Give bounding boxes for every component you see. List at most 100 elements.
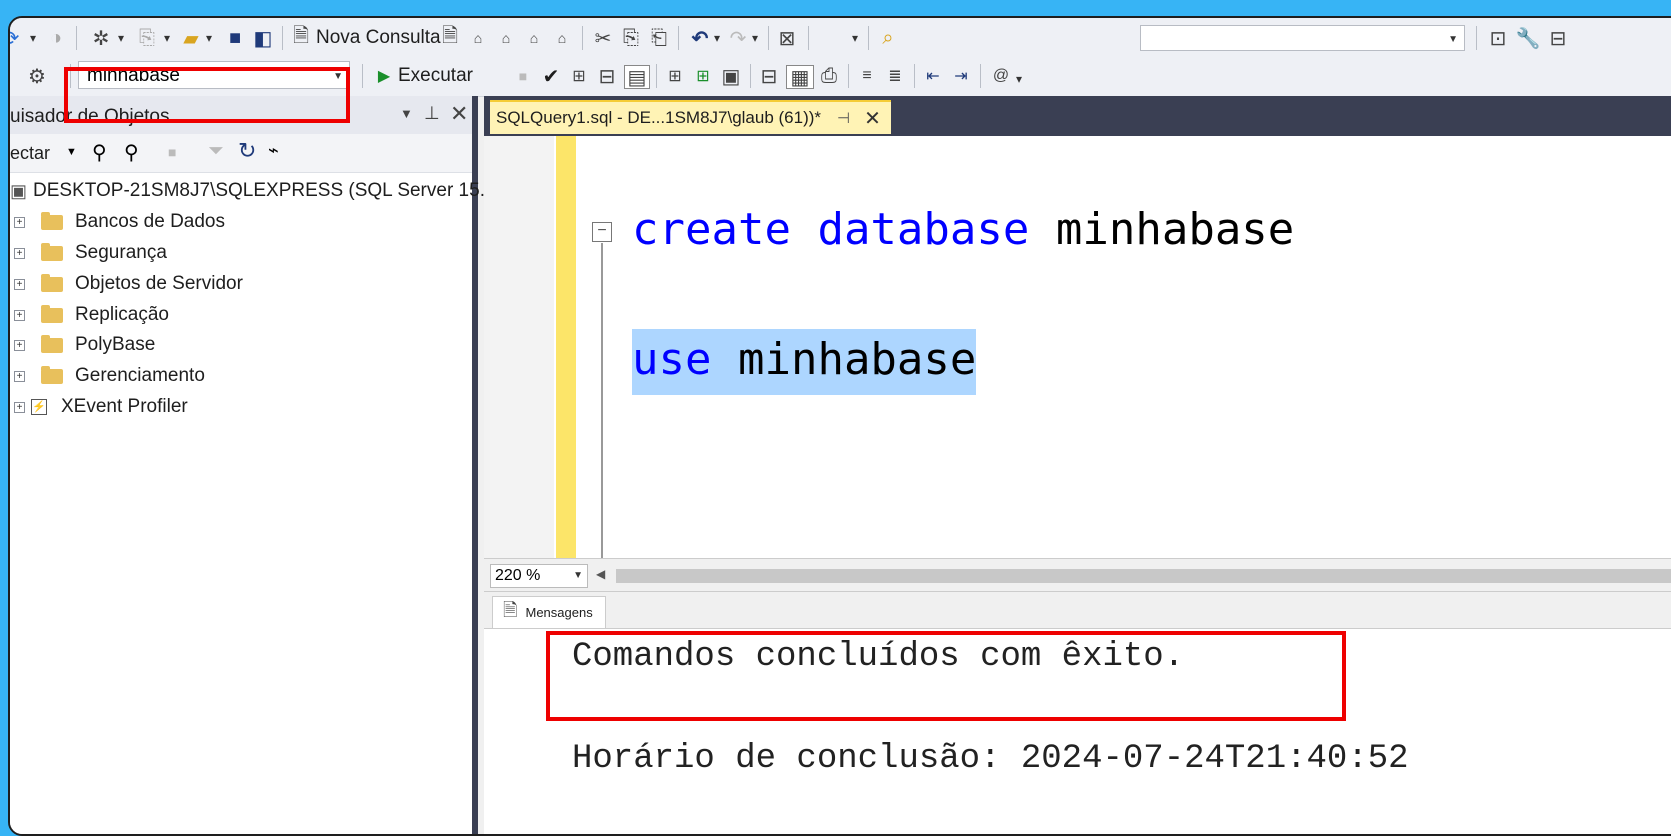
xmla-query-icon[interactable]: ⌂ bbox=[522, 27, 546, 49]
chevron-down-icon[interactable]: ▼ bbox=[1448, 34, 1458, 45]
dax-query-icon[interactable]: ⌂ bbox=[550, 27, 574, 49]
toolbox-icon[interactable]: ⊟ bbox=[1546, 27, 1570, 50]
tree-item-seguranca[interactable]: + Segurança bbox=[10, 238, 167, 268]
undo-dropdown-icon[interactable]: ▾ bbox=[714, 31, 720, 45]
new-project-dropdown-icon[interactable]: ▾ bbox=[118, 31, 124, 45]
save-icon[interactable]: ■ bbox=[222, 27, 248, 49]
results-to-file-icon[interactable]: ⎙ bbox=[818, 65, 840, 87]
execute-icon[interactable]: ▶ bbox=[374, 65, 394, 87]
tree-item-label: Gerenciamento bbox=[75, 365, 205, 386]
mdx-query-icon[interactable]: ⌂ bbox=[466, 27, 490, 49]
search-combobox[interactable]: ▼ bbox=[1140, 25, 1465, 51]
database-engine-query-icon[interactable]: 🗎 bbox=[438, 25, 462, 49]
code-editor[interactable]: − create database minhabase use minhabas… bbox=[484, 136, 1671, 558]
tree-item-objetos-de-servidor[interactable]: + Objetos de Servidor bbox=[10, 269, 243, 299]
available-databases-combobox[interactable]: minhabase ▼ bbox=[78, 61, 350, 89]
connect-dropdown-icon[interactable]: ▼ bbox=[66, 146, 77, 158]
live-query-stats-icon[interactable]: ⊞ bbox=[692, 65, 714, 87]
back-icon[interactable]: ⟳ bbox=[10, 27, 19, 50]
server-icon: ▣ bbox=[10, 180, 28, 201]
tree-item-bancos-de-dados[interactable]: + Bancos de Dados bbox=[10, 207, 225, 237]
pin-icon[interactable]: ⊥ bbox=[424, 103, 440, 124]
collapse-region-icon[interactable]: − bbox=[592, 222, 612, 242]
copy-icon[interactable]: ⎘ bbox=[620, 27, 642, 49]
open-dropdown-icon[interactable]: ▾ bbox=[206, 31, 212, 45]
new-query-button[interactable]: Nova Consulta bbox=[316, 27, 441, 49]
specify-template-values-icon[interactable]: @ bbox=[988, 65, 1014, 87]
results-to-grid-icon[interactable]: ▦ bbox=[786, 65, 814, 89]
tree-item-polybase[interactable]: + PolyBase bbox=[10, 330, 155, 360]
properties-wrench-icon[interactable]: 🔧 bbox=[1516, 27, 1541, 50]
find-in-files-icon[interactable]: ⌕ bbox=[876, 27, 900, 49]
query-editor: SQLQuery1.sql - DE...1SM8J7\glaub (61))*… bbox=[484, 96, 1671, 834]
add-item-dropdown-icon[interactable]: ▾ bbox=[164, 31, 170, 45]
redo-dropdown-icon[interactable]: ▾ bbox=[752, 31, 758, 45]
panel-menu-dropdown-icon[interactable]: ▼ bbox=[400, 106, 413, 121]
expand-icon[interactable]: + bbox=[14, 401, 25, 413]
parse-checkmark-icon[interactable]: ✔ bbox=[540, 65, 562, 88]
increase-indent-icon[interactable]: ⇥ bbox=[950, 65, 972, 87]
toolbar-separator bbox=[70, 64, 71, 88]
query-options-icon[interactable]: ⊟ bbox=[596, 65, 618, 88]
activity-monitor-icon[interactable]: ⌁ bbox=[268, 140, 279, 161]
chevron-down-icon[interactable]: ▼ bbox=[333, 71, 343, 82]
solution-explorer-icon[interactable]: ⊡ bbox=[1486, 27, 1510, 50]
connect-button[interactable]: ectar bbox=[10, 143, 50, 164]
close-tab-icon[interactable]: ✕ bbox=[864, 106, 881, 131]
connect-plug-icon[interactable]: ⚲ bbox=[92, 140, 107, 165]
uncomment-icon[interactable]: ≣ bbox=[884, 65, 906, 87]
back-dropdown-icon[interactable]: ▾ bbox=[30, 31, 36, 45]
open-file-icon[interactable]: ▰ bbox=[178, 27, 204, 50]
expand-icon[interactable]: + bbox=[14, 339, 25, 351]
scroll-left-icon[interactable]: ◀ bbox=[596, 567, 605, 581]
connect-icon[interactable]: ⚙ bbox=[24, 65, 50, 88]
toolbar-overflow-icon[interactable]: ▾ bbox=[1016, 72, 1022, 86]
display-estimated-plan-icon[interactable]: ⊞ bbox=[568, 65, 590, 87]
filter-icon[interactable]: ⏷ bbox=[208, 140, 224, 163]
sql-identifier: minhabase bbox=[1055, 204, 1295, 255]
include-actual-plan-icon[interactable]: ⊞ bbox=[664, 65, 686, 87]
save-all-icon[interactable]: ◧ bbox=[250, 27, 276, 50]
tab-title: SQLQuery1.sql - DE...1SM8J7\glaub (61))* bbox=[496, 108, 822, 127]
cut-icon[interactable]: ✂ bbox=[592, 27, 614, 50]
close-icon[interactable]: ✕ bbox=[450, 101, 468, 127]
client-statistics-icon[interactable]: ▣ bbox=[720, 65, 742, 88]
expand-icon[interactable]: + bbox=[14, 370, 25, 382]
tab-messages[interactable]: 🗎 Mensagens bbox=[492, 596, 606, 628]
dmx-query-icon[interactable]: ⌂ bbox=[494, 27, 518, 49]
stop-icon[interactable]: ■ bbox=[168, 144, 176, 160]
forward-icon[interactable]: ◑ bbox=[44, 27, 68, 49]
intellisense-toggle-icon[interactable]: ▤ bbox=[624, 65, 650, 89]
decrease-indent-icon[interactable]: ⇤ bbox=[922, 65, 944, 87]
activity-monitor-icon[interactable]: ⊠ bbox=[776, 27, 798, 50]
ssms-window: ⟳ ▾ ◑ ✲ ▾ ⎘ ▾ ▰ ▾ ■ ◧ 🗎 Nova Consulta 🗎 … bbox=[8, 16, 1671, 836]
toolbar-separator bbox=[808, 26, 809, 50]
expand-icon[interactable]: + bbox=[14, 216, 25, 228]
disconnect-plug-icon[interactable]: ⚲ bbox=[124, 140, 139, 165]
find-dropdown-icon[interactable]: ▾ bbox=[852, 31, 858, 45]
server-node[interactable]: ▣ DESKTOP-21SM8J7\SQLEXPRESS (SQL Server… bbox=[10, 176, 496, 206]
zoom-combobox[interactable]: 220 % ▼ bbox=[490, 564, 588, 588]
redo-icon[interactable]: ↷ bbox=[726, 27, 750, 50]
new-query-icon[interactable]: 🗎 bbox=[290, 25, 312, 49]
expand-icon[interactable]: + bbox=[14, 247, 25, 259]
pin-tab-icon[interactable]: ⊣ bbox=[837, 109, 850, 127]
horizontal-scrollbar[interactable] bbox=[616, 569, 1671, 583]
execute-button[interactable]: Executar bbox=[398, 65, 473, 87]
undo-icon[interactable]: ↶ bbox=[688, 27, 712, 50]
expand-icon[interactable]: + bbox=[14, 278, 25, 290]
cancel-query-icon[interactable]: ■ bbox=[512, 65, 534, 87]
tree-item-xevent-profiler[interactable]: + ⚡ XEvent Profiler bbox=[10, 392, 188, 422]
chevron-down-icon[interactable]: ▼ bbox=[573, 565, 583, 587]
tab-sqlquery1[interactable]: SQLQuery1.sql - DE...1SM8J7\glaub (61))*… bbox=[490, 100, 891, 134]
expand-icon[interactable]: + bbox=[14, 309, 25, 321]
paste-icon[interactable]: ⎗ bbox=[648, 27, 670, 49]
add-item-icon[interactable]: ⎘ bbox=[134, 27, 160, 49]
results-to-text-icon[interactable]: ⊟ bbox=[758, 65, 780, 88]
refresh-icon[interactable]: ↻ bbox=[238, 138, 256, 164]
tree-item-label: XEvent Profiler bbox=[61, 396, 188, 417]
tree-item-replicacao[interactable]: + Replicação bbox=[10, 300, 169, 330]
tree-item-gerenciamento[interactable]: + Gerenciamento bbox=[10, 361, 205, 391]
comment-out-icon[interactable]: ≡ bbox=[856, 65, 878, 87]
new-project-icon[interactable]: ✲ bbox=[88, 27, 114, 50]
